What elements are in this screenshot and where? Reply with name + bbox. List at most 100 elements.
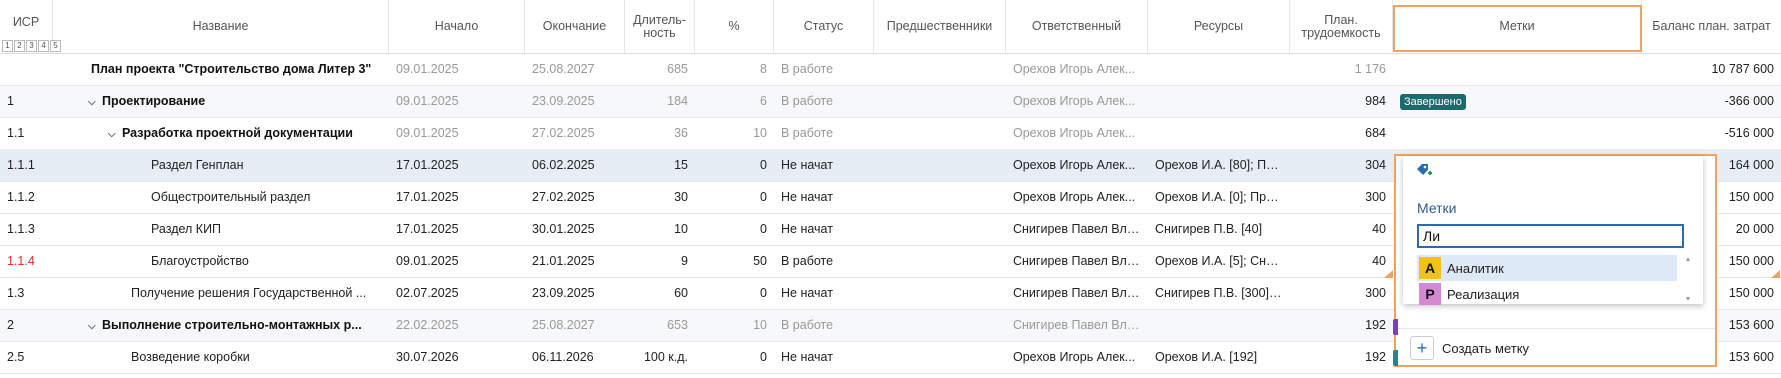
percent-complete[interactable]: 0	[695, 150, 774, 181]
status[interactable]: В работе	[774, 310, 874, 341]
duration[interactable]: 100 к.д.	[625, 342, 695, 373]
column-header-status[interactable]: Статус	[774, 0, 874, 53]
resources[interactable]: Орехов И.А. [0]; Про...	[1148, 182, 1290, 213]
column-header-predecessors[interactable]: Предшественники	[874, 0, 1006, 53]
responsible[interactable]: Орехов Игорь Алек...	[1006, 342, 1148, 373]
chevron-down-icon[interactable]: ⌵	[88, 87, 102, 117]
duration[interactable]: 15	[625, 150, 695, 181]
task-name[interactable]: Получение решения Государственной ...	[124, 278, 389, 309]
responsible[interactable]: Орехов Игорь Алек...	[1006, 150, 1148, 181]
plan-labor[interactable]: 1 176	[1290, 54, 1393, 85]
status[interactable]: Не начат	[774, 342, 874, 373]
percent-complete[interactable]: 0	[695, 342, 774, 373]
scrollbar[interactable]	[1686, 257, 1690, 301]
start-date[interactable]: 30.07.2026	[389, 342, 525, 373]
start-date[interactable]: 17.01.2025	[389, 150, 525, 181]
table-row[interactable]: 1.1 ⌵ Разработка проектной документации 0…	[0, 118, 1781, 150]
percent-complete[interactable]: 0	[695, 278, 774, 309]
start-date[interactable]: 09.01.2025	[389, 246, 525, 277]
status[interactable]: Не начат	[774, 150, 874, 181]
column-header-percent[interactable]: %	[695, 0, 774, 53]
responsible[interactable]: Снигирев Павел Вла...	[1006, 214, 1148, 245]
percent-complete[interactable]: 10	[695, 118, 774, 149]
responsible[interactable]: Снигирев Павел Вла...	[1006, 246, 1148, 277]
duration[interactable]: 60	[625, 278, 695, 309]
start-date[interactable]: 22.02.2025	[389, 310, 525, 341]
duration[interactable]: 36	[625, 118, 695, 149]
column-header-responsible[interactable]: Ответственный	[1006, 0, 1148, 53]
status[interactable]: В работе	[774, 118, 874, 149]
balance[interactable]: -366 000	[1642, 86, 1781, 117]
end-date[interactable]: 30.01.2025	[525, 214, 625, 245]
end-date[interactable]: 23.09.2025	[525, 278, 625, 309]
start-date[interactable]: 17.01.2025	[389, 182, 525, 213]
status[interactable]: Не начат	[774, 214, 874, 245]
plan-labor[interactable]: 40	[1290, 246, 1393, 277]
percent-complete[interactable]: 0	[695, 182, 774, 213]
column-header-balance[interactable]: Баланс план. затрат	[1642, 0, 1781, 53]
end-date[interactable]: 27.02.2025	[525, 182, 625, 213]
end-date[interactable]: 06.02.2025	[525, 150, 625, 181]
percent-complete[interactable]: 10	[695, 310, 774, 341]
column-header-resources[interactable]: Ресурсы	[1148, 0, 1290, 53]
resources[interactable]: Орехов И.А. [5]; Сни...	[1148, 246, 1290, 277]
column-header-start[interactable]: Начало	[389, 0, 525, 53]
balance[interactable]: 10 787 600	[1642, 54, 1781, 85]
level-button-3[interactable]: 3	[26, 40, 37, 52]
end-date[interactable]: 21.01.2025	[525, 246, 625, 277]
status[interactable]: Не начат	[774, 182, 874, 213]
tag-search-input[interactable]	[1417, 224, 1684, 248]
end-date[interactable]: 25.08.2027	[525, 54, 625, 85]
resources[interactable]	[1148, 54, 1290, 85]
start-date[interactable]: 09.01.2025	[389, 86, 525, 117]
task-name-cell[interactable]: ⌵ Проектирование	[88, 86, 389, 117]
resources[interactable]: Снигирев П.В. [40]	[1148, 214, 1290, 245]
create-tag-button[interactable]: + Создать метку	[1396, 328, 1715, 367]
plan-labor[interactable]: 300	[1290, 278, 1393, 309]
end-date[interactable]: 06.11.2026	[525, 342, 625, 373]
start-date[interactable]: 02.07.2025	[389, 278, 525, 309]
status[interactable]: В работе	[774, 54, 874, 85]
percent-complete[interactable]: 0	[695, 214, 774, 245]
task-name[interactable]: Общестроительный раздел	[144, 182, 389, 213]
resources[interactable]: Орехов И.А. [80]; Пр...	[1148, 150, 1290, 181]
plan-labor[interactable]: 304	[1290, 150, 1393, 181]
duration[interactable]: 653	[625, 310, 695, 341]
column-header-end[interactable]: Окончание	[525, 0, 625, 53]
task-name[interactable]: Раздел Генплан	[144, 150, 389, 181]
responsible[interactable]: Снигирев Павел Вла...	[1006, 310, 1148, 341]
task-name[interactable]: Раздел КИП	[144, 214, 389, 245]
responsible[interactable]: Снигирев Павел Вла...	[1006, 278, 1148, 309]
level-button-2[interactable]: 2	[14, 40, 25, 52]
task-name[interactable]: Благоустройство	[144, 246, 389, 277]
level-button-1[interactable]: 1	[2, 40, 13, 52]
duration[interactable]: 10	[625, 214, 695, 245]
table-row[interactable]: 1 ⌵ Проектирование 09.01.2025 23.09.2025 …	[0, 86, 1781, 118]
resources[interactable]: Орехов И.А. [192]	[1148, 342, 1290, 373]
column-header-name[interactable]: Название	[53, 0, 389, 53]
plan-labor[interactable]: 684	[1290, 118, 1393, 149]
chevron-down-icon[interactable]: ⌵	[88, 311, 102, 341]
plan-labor[interactable]: 192	[1290, 310, 1393, 341]
percent-complete[interactable]: 50	[695, 246, 774, 277]
duration[interactable]: 685	[625, 54, 695, 85]
duration[interactable]: 184	[625, 86, 695, 117]
end-date[interactable]: 27.02.2025	[525, 118, 625, 149]
level-button-4[interactable]: 4	[38, 40, 49, 52]
duration[interactable]: 30	[625, 182, 695, 213]
column-header-duration[interactable]: Длитель-ность	[625, 0, 695, 53]
status[interactable]: В работе	[774, 86, 874, 117]
responsible[interactable]: Орехов Игорь Алек...	[1006, 54, 1148, 85]
percent-complete[interactable]: 8	[695, 54, 774, 85]
column-header-plan-labor[interactable]: План. трудоемкость	[1290, 0, 1393, 53]
add-tag-icon[interactable]	[1415, 162, 1433, 180]
start-date[interactable]: 17.01.2025	[389, 214, 525, 245]
end-date[interactable]: 25.08.2027	[525, 310, 625, 341]
task-name[interactable]: План проекта "Строительство дома Литер 3…	[84, 54, 389, 85]
plan-labor[interactable]: 40	[1290, 214, 1393, 245]
plan-labor[interactable]: 300	[1290, 182, 1393, 213]
end-date[interactable]: 23.09.2025	[525, 86, 625, 117]
responsible[interactable]: Орехов Игорь Алек...	[1006, 86, 1148, 117]
responsible[interactable]: Орехов Игорь Алек...	[1006, 118, 1148, 149]
percent-complete[interactable]: 6	[695, 86, 774, 117]
